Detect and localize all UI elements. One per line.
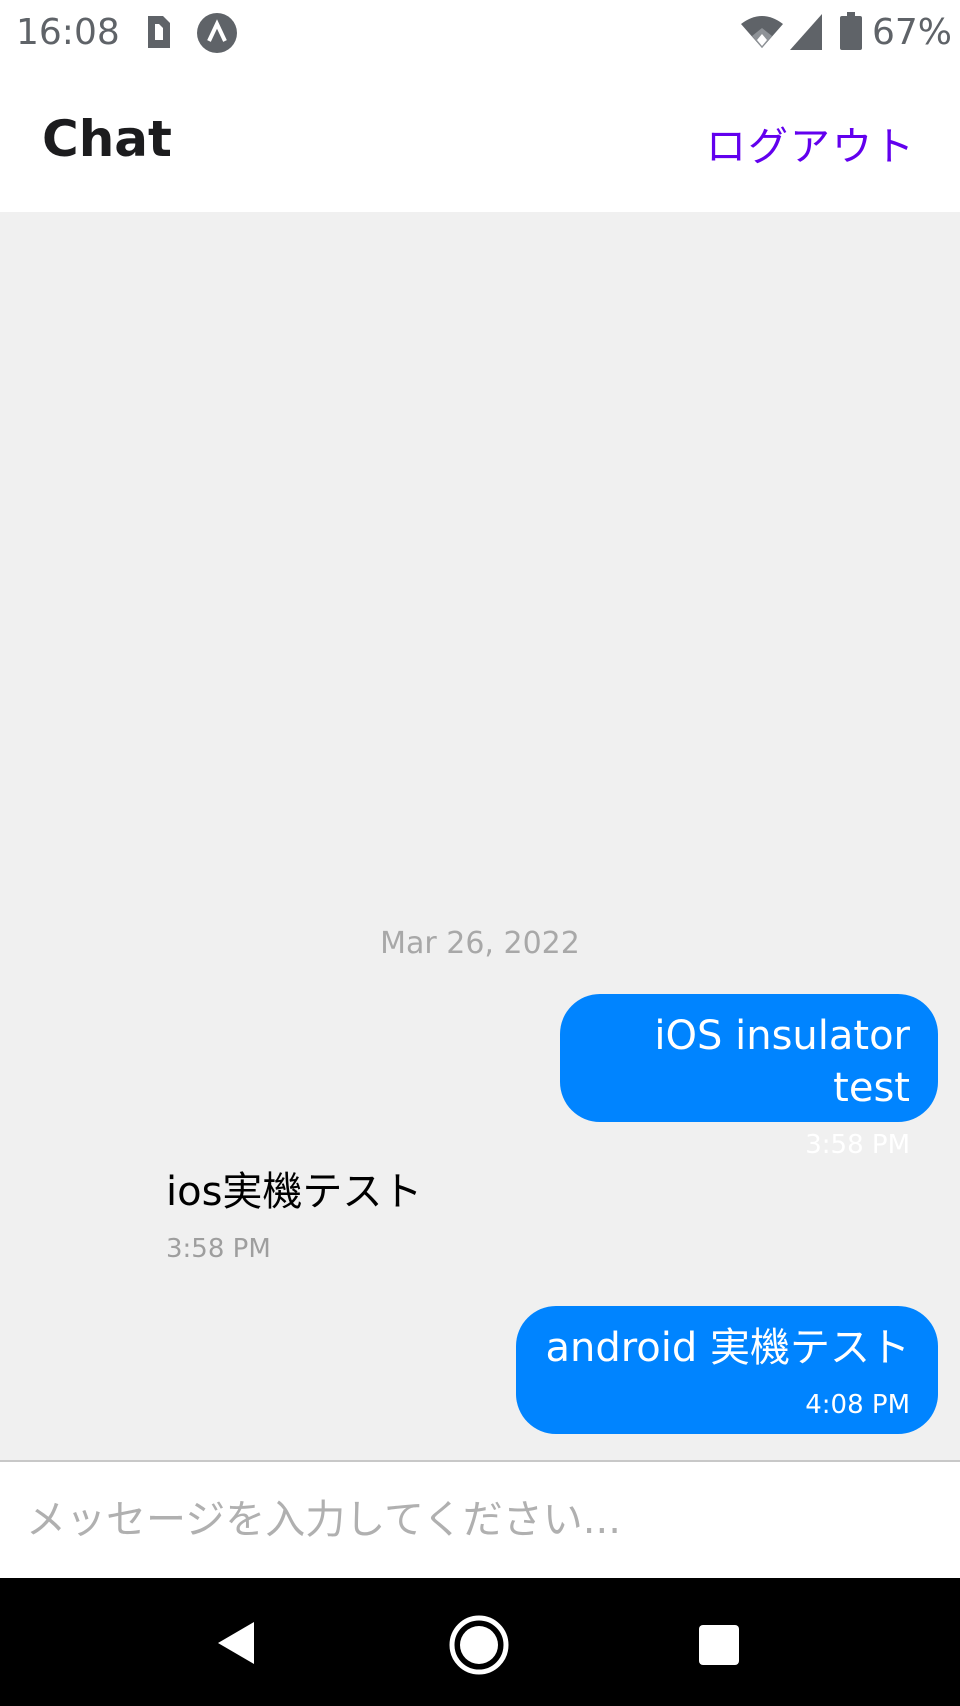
cell-signal-icon bbox=[790, 14, 822, 50]
app-notification-icon bbox=[197, 13, 237, 53]
logout-button[interactable]: ログアウト bbox=[706, 114, 916, 172]
battery-percentage: 67% bbox=[872, 12, 953, 53]
message-input[interactable] bbox=[26, 1488, 926, 1552]
system-nav-bar bbox=[0, 1578, 960, 1706]
battery-icon bbox=[840, 12, 862, 50]
sim-card-icon bbox=[148, 16, 170, 48]
date-separator: Mar 26, 2022 bbox=[380, 926, 580, 961]
home-icon[interactable] bbox=[448, 1614, 510, 1676]
outgoing-message[interactable]: iOS insulator test 3:58 PM bbox=[560, 994, 938, 1160]
message-text: android 実機テスト bbox=[545, 1325, 910, 1371]
message-time: 3:58 PM bbox=[166, 1234, 271, 1264]
message-time: 4:08 PM bbox=[805, 1390, 910, 1420]
message-list[interactable]: Mar 26, 2022 iOS insulator test 3:58 PM … bbox=[0, 212, 960, 1460]
wifi-icon bbox=[741, 16, 783, 48]
outgoing-message[interactable]: android 実機テスト 4:08 PM bbox=[516, 1306, 938, 1434]
message-time: 3:58 PM bbox=[805, 1130, 910, 1160]
incoming-message[interactable]: ios実機テスト 3:58 PM bbox=[140, 1150, 458, 1268]
app-header: Chat ログアウト bbox=[0, 66, 960, 212]
chat-screen: 16:08 67% Chat ログアウト Mar 26, 2022 iOS in… bbox=[0, 0, 960, 1706]
message-text: iOS insulator test bbox=[654, 1013, 910, 1111]
back-icon[interactable] bbox=[212, 1618, 262, 1668]
status-time: 16:08 bbox=[16, 12, 120, 53]
message-composer bbox=[0, 1460, 960, 1578]
recents-icon[interactable] bbox=[698, 1624, 740, 1666]
status-bar: 16:08 67% bbox=[0, 0, 960, 66]
page-title: Chat bbox=[42, 110, 172, 168]
message-text: ios実機テスト bbox=[166, 1169, 423, 1215]
